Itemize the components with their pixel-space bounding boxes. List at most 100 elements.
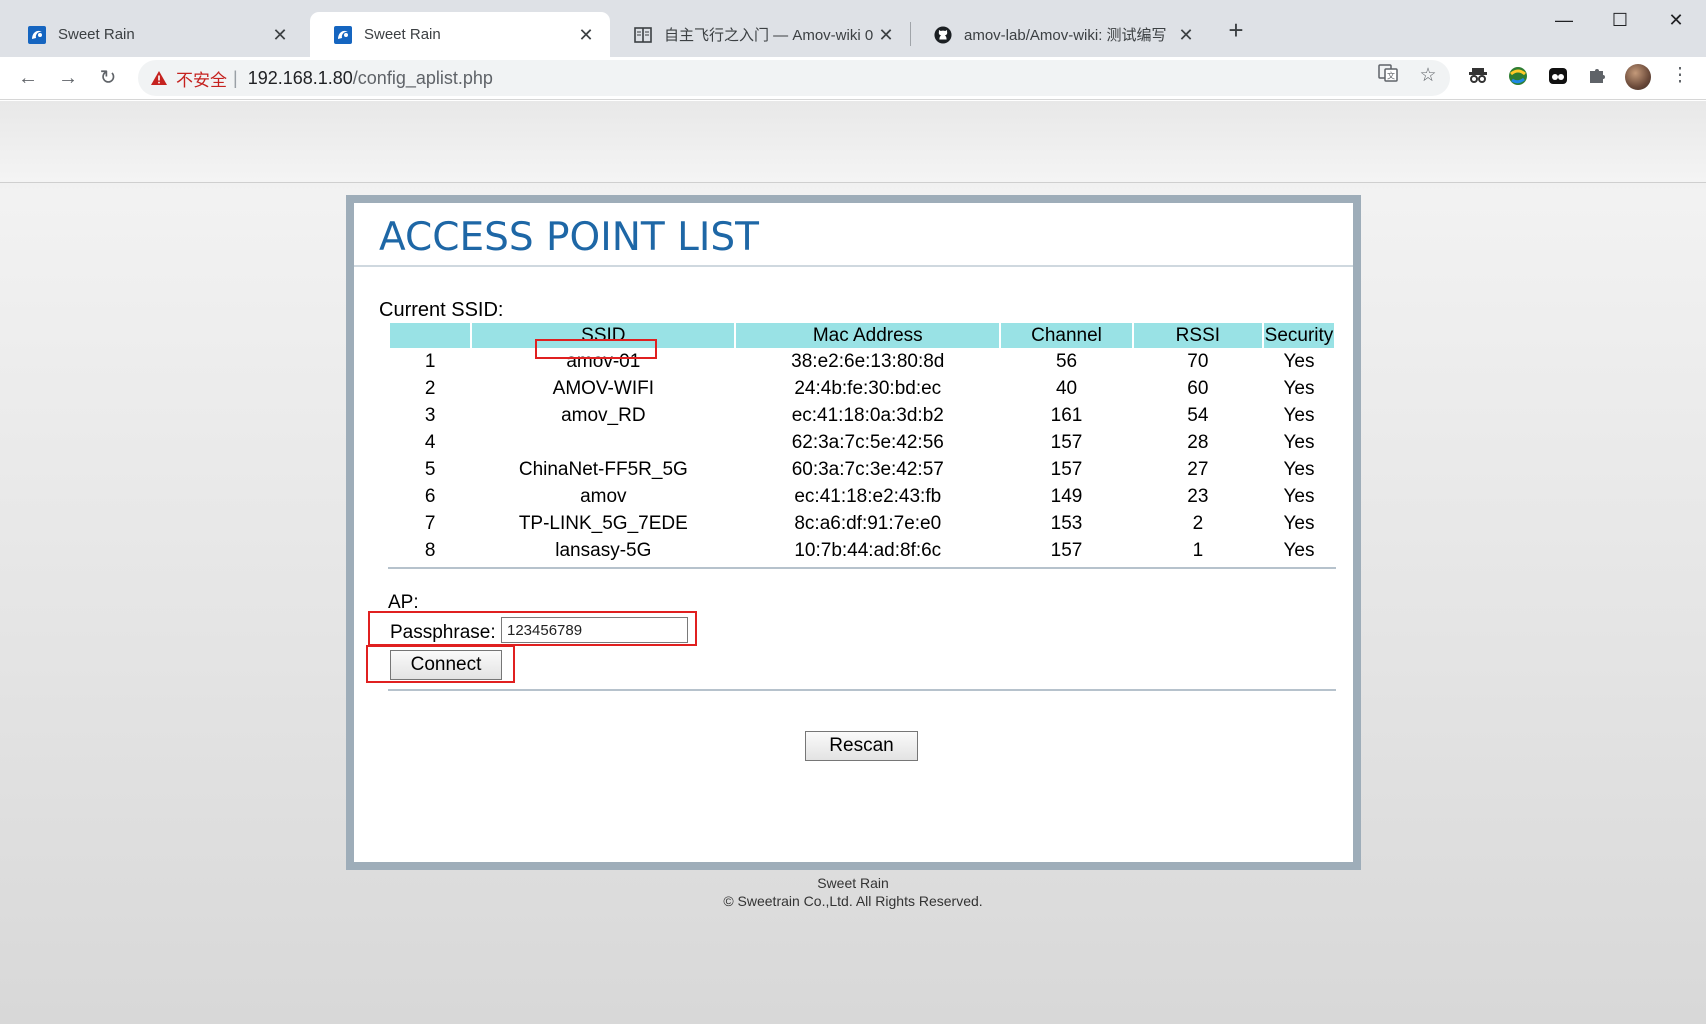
- puzzle-extensions-icon[interactable]: [1585, 64, 1611, 90]
- row-index: 3: [424, 404, 436, 426]
- forward-arrow-icon[interactable]: →: [53, 63, 83, 93]
- row-ssid[interactable]: amov: [472, 483, 734, 510]
- row-mac: ec:41:18:e2:43:fb: [794, 485, 942, 507]
- row-index: 1: [424, 350, 436, 372]
- column-header-rssi: RSSI: [1133, 323, 1262, 348]
- row-security: Yes: [1283, 350, 1315, 372]
- form-divider: [388, 689, 1336, 691]
- tab-sweet-rain-1[interactable]: Sweet Rain ✕: [4, 12, 304, 57]
- row-ssid[interactable]: [472, 429, 734, 456]
- tab-amov-wiki[interactable]: 自主飞行之入门 — Amov-wiki 0 ✕: [610, 12, 910, 57]
- table-row[interactable]: 2 AMOV-WIFI 24:4b:fe:30:bd:ec 40 60 Yes: [390, 375, 1334, 402]
- url-path: /config_aplist.php: [352, 67, 493, 88]
- rescan-button[interactable]: Rescan: [805, 731, 918, 761]
- row-index: 5: [424, 458, 436, 480]
- warning-icon: [151, 71, 167, 85]
- extension-incognito-icon[interactable]: [1465, 64, 1491, 90]
- url-host: 192.168.1.80: [247, 67, 353, 88]
- menu-dots-icon[interactable]: ⋮: [1667, 63, 1693, 89]
- footer-brand: Sweet Rain: [817, 875, 889, 891]
- row-security: Yes: [1283, 404, 1315, 426]
- row-rssi: 28: [1187, 431, 1209, 453]
- address-bar[interactable]: 不安全 | 192.168.1.80 /config_aplist.php: [138, 60, 1450, 96]
- row-channel: 157: [1050, 539, 1083, 561]
- tab-github[interactable]: amov-lab/Amov-wiki: 测试编写 ✕: [910, 12, 1210, 57]
- page-footer: Sweet Rain © Sweetrain Co.,Ltd. All Righ…: [0, 874, 1706, 910]
- table-row[interactable]: 7 TP-LINK_5G_7EDE 8c:a6:df:91:7e:e0 153 …: [390, 510, 1334, 537]
- row-ssid[interactable]: TP-LINK_5G_7EDE: [472, 510, 734, 537]
- browser-toolbar: ← → ↻ 不安全 | 192.168.1.80 /config_aplist.…: [0, 57, 1706, 100]
- row-mac: ec:41:18:0a:3d:b2: [791, 404, 944, 426]
- row-channel: 149: [1050, 485, 1083, 507]
- tab-sweet-rain-2[interactable]: Sweet Rain ✕: [310, 12, 610, 57]
- back-arrow-icon[interactable]: ←: [13, 63, 43, 93]
- new-tab-button[interactable]: +: [1222, 17, 1250, 45]
- connect-button[interactable]: Connect: [390, 650, 502, 680]
- row-security: Yes: [1283, 485, 1315, 507]
- row-security: Yes: [1283, 377, 1315, 399]
- profile-avatar[interactable]: [1625, 64, 1651, 90]
- row-security: Yes: [1283, 431, 1315, 453]
- row-security: Yes: [1283, 458, 1315, 480]
- row-rssi: 54: [1187, 404, 1209, 426]
- row-rssi: 60: [1187, 377, 1209, 399]
- table-row[interactable]: 4 62:3a:7c:5e:42:56 157 28 Yes: [390, 429, 1334, 456]
- tab-close-icon[interactable]: ✕: [876, 25, 896, 45]
- row-mac: 10:7b:44:ad:8f:6c: [794, 539, 942, 561]
- row-ssid[interactable]: lansasy-5G: [472, 537, 734, 564]
- page-header-band: [0, 101, 1706, 183]
- table-row[interactable]: 8 lansasy-5G 10:7b:44:ad:8f:6c 157 1 Yes: [390, 537, 1334, 564]
- row-rssi: 2: [1192, 512, 1204, 534]
- row-mac: 8c:a6:df:91:7e:e0: [794, 512, 942, 534]
- extension-globe-icon[interactable]: [1505, 64, 1531, 90]
- row-channel: 56: [1055, 350, 1078, 372]
- column-header-security: Security: [1263, 323, 1334, 348]
- sweetrain-logo-icon: [28, 25, 46, 44]
- table-header-row: SSID Mac Address Channel RSSI Security: [390, 323, 1334, 348]
- row-channel: 157: [1050, 431, 1083, 453]
- tab-title: Sweet Rain: [58, 26, 135, 43]
- column-header-index: [390, 323, 471, 348]
- passphrase-input[interactable]: [501, 617, 688, 643]
- table-row[interactable]: 3 amov_RD ec:41:18:0a:3d:b2 161 54 Yes: [390, 402, 1334, 429]
- tab-close-icon[interactable]: ✕: [1176, 25, 1196, 45]
- minimize-button[interactable]: —: [1536, 2, 1592, 38]
- ap-label: AP:: [388, 592, 419, 613]
- row-ssid[interactable]: ChinaNet-FF5R_5G: [472, 456, 734, 483]
- translate-icon[interactable]: 文: [1375, 63, 1401, 89]
- tab-close-icon[interactable]: ✕: [576, 25, 596, 45]
- row-ssid[interactable]: amov-01: [472, 348, 734, 375]
- column-header-ssid: SSID: [472, 323, 735, 348]
- row-ssid[interactable]: AMOV-WIFI: [472, 375, 734, 402]
- reload-icon[interactable]: ↻: [93, 63, 123, 93]
- current-ssid-label: Current SSID:: [379, 299, 504, 321]
- not-secure-label: 不安全: [176, 70, 227, 90]
- row-security: Yes: [1283, 512, 1315, 534]
- column-header-mac: Mac Address: [736, 323, 1000, 348]
- tab-title: amov-lab/Amov-wiki: 测试编写: [964, 27, 1167, 44]
- page-title: ACCESS POINT LIST: [379, 215, 759, 260]
- close-window-button[interactable]: ✕: [1648, 2, 1704, 38]
- bookmark-star-icon[interactable]: ☆: [1415, 63, 1441, 89]
- address-separator: |: [233, 67, 238, 88]
- ap-table: SSID Mac Address Channel RSSI Security 1…: [388, 323, 1336, 564]
- row-channel: 40: [1055, 377, 1078, 399]
- extension-dark-icon[interactable]: [1545, 64, 1571, 90]
- row-rssi: 23: [1187, 485, 1209, 507]
- table-row[interactable]: 5 ChinaNet-FF5R_5G 60:3a:7c:3e:42:57 157…: [390, 456, 1334, 483]
- table-row[interactable]: 6 amov ec:41:18:e2:43:fb 149 23 Yes: [390, 483, 1334, 510]
- row-mac: 62:3a:7c:5e:42:56: [791, 431, 944, 453]
- title-divider: [354, 265, 1353, 267]
- maximize-button[interactable]: ☐: [1592, 2, 1648, 38]
- row-channel: 153: [1050, 512, 1083, 534]
- row-ssid[interactable]: amov_RD: [472, 402, 734, 429]
- tab-title: Sweet Rain: [364, 26, 441, 43]
- row-index: 4: [424, 431, 436, 453]
- passphrase-label: Passphrase:: [390, 622, 496, 643]
- row-channel: 161: [1050, 404, 1083, 426]
- table-row[interactable]: 1 amov-01 38:e2:6e:13:80:8d 56 70 Yes: [390, 348, 1334, 375]
- tab-strip: Sweet Rain ✕ Sweet Rain ✕ 自主飞行之入门 — Amov…: [0, 0, 1706, 57]
- row-index: 6: [424, 485, 436, 507]
- tab-close-icon[interactable]: ✕: [270, 25, 290, 45]
- sweetrain-logo-icon: [334, 25, 352, 44]
